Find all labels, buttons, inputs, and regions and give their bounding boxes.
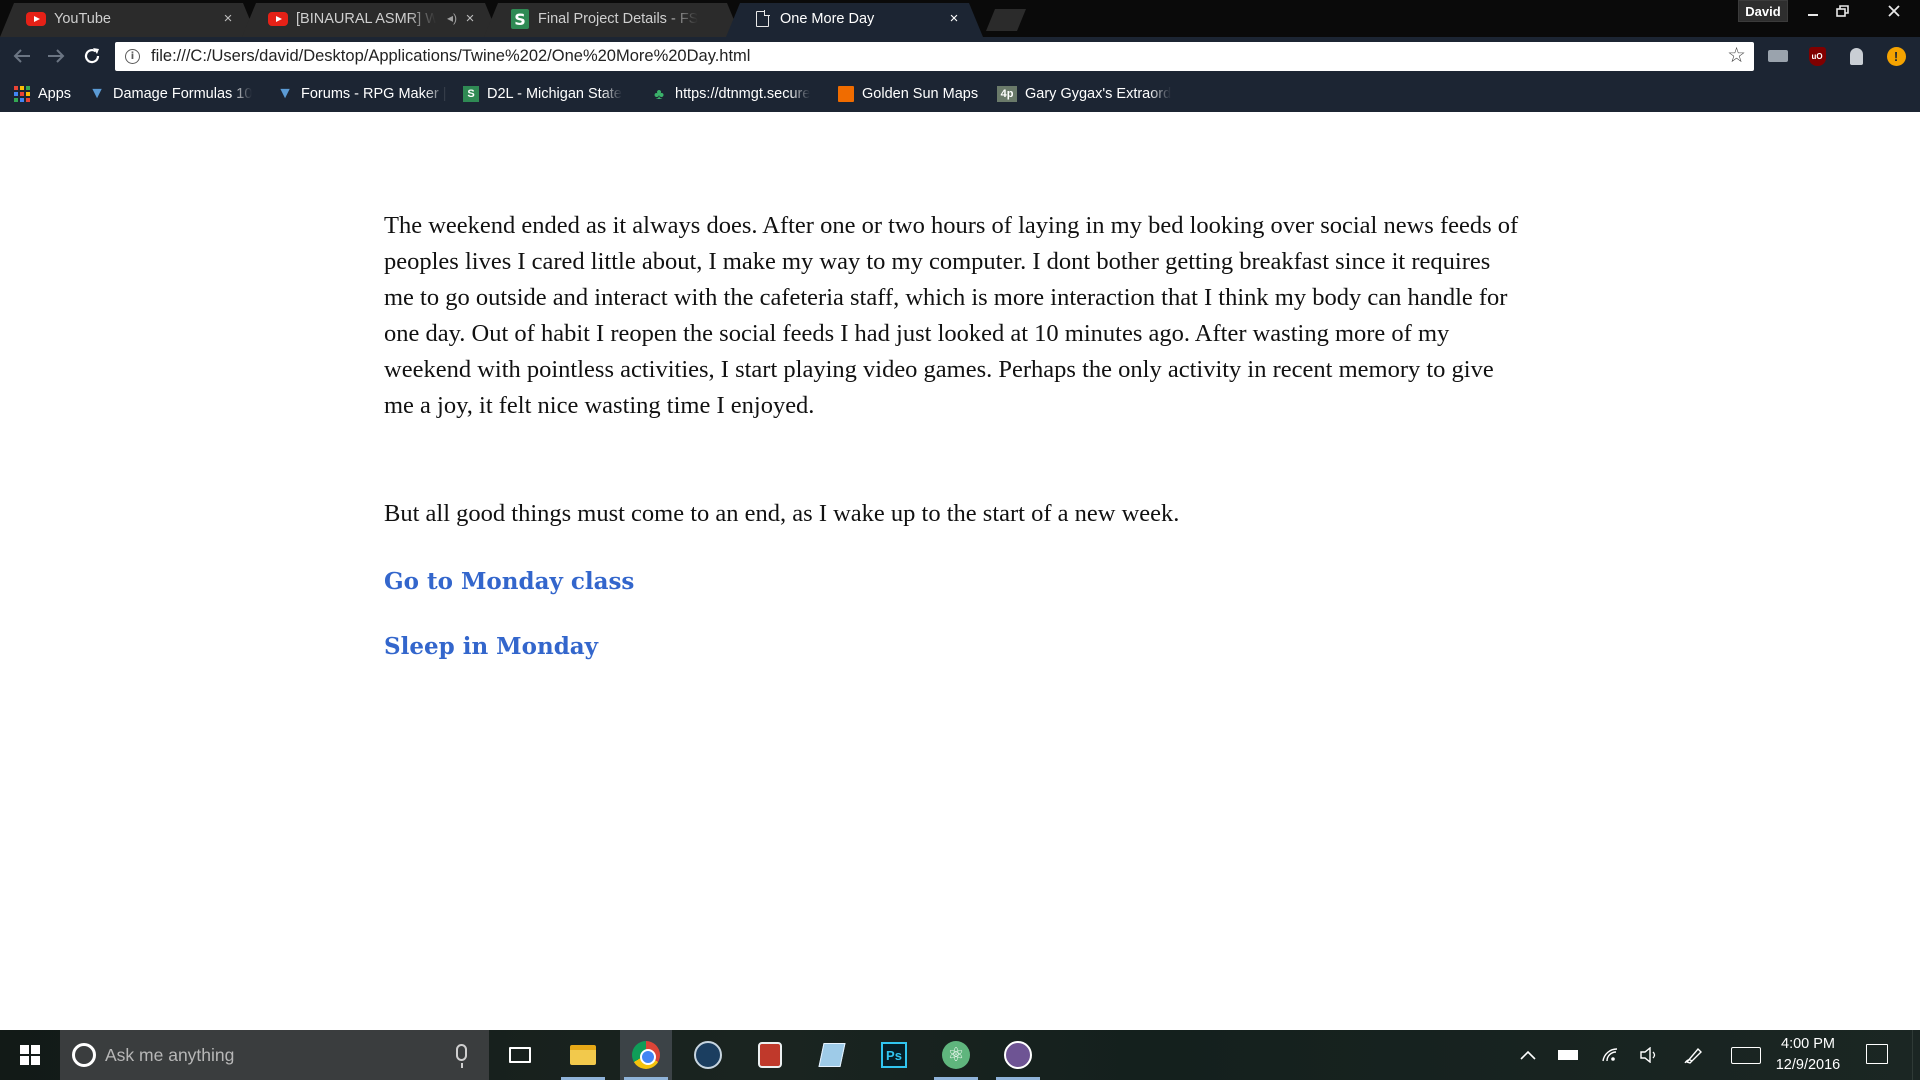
- cortana-search-box[interactable]: Ask me anything: [60, 1030, 489, 1080]
- tab-final-project-details[interactable]: S Final Project Details - FS: [484, 3, 741, 37]
- tab-title: YouTube: [54, 11, 111, 27]
- cortana-icon: [72, 1043, 96, 1067]
- task-view-button[interactable]: [494, 1030, 546, 1080]
- document-icon: [752, 10, 772, 28]
- d2l-icon: S: [463, 86, 479, 102]
- bookmarks-bar: Apps ▼ Damage Formulas 10 ▼ Forums - RPG…: [0, 75, 1920, 112]
- microphone-icon[interactable]: [456, 1044, 467, 1068]
- game-icon: [758, 1042, 782, 1068]
- pen-icon[interactable]: [1682, 1045, 1706, 1065]
- tab-youtube[interactable]: YouTube ×: [0, 3, 257, 37]
- reload-icon[interactable]: [80, 45, 104, 67]
- tree-icon: ♣: [654, 85, 664, 103]
- close-window-icon[interactable]: [1872, 0, 1916, 22]
- notepad-icon: [818, 1043, 846, 1067]
- apps-grid-icon: [14, 86, 30, 102]
- new-tab-button[interactable]: [986, 9, 1026, 31]
- chrome-button[interactable]: [620, 1030, 672, 1080]
- github-button[interactable]: [992, 1030, 1044, 1080]
- forward-arrow-icon[interactable]: [44, 45, 68, 67]
- clock-date: 12/9/2016: [1775, 1057, 1841, 1073]
- steam-icon: [694, 1041, 722, 1069]
- action-center-icon[interactable]: [1866, 1044, 1888, 1064]
- tab-title: [BINAURAL ASMR] Wi: [296, 11, 436, 27]
- task-view-icon: [509, 1047, 531, 1063]
- clock-time: 4:00 PM: [1781, 1036, 1835, 1052]
- bookmark-apps[interactable]: Apps: [14, 84, 71, 104]
- info-icon[interactable]: i: [125, 49, 140, 64]
- bookmark-forums-rpg-maker[interactable]: ▼ Forums - RPG Maker |: [277, 84, 446, 104]
- extension-icon[interactable]: [1768, 46, 1788, 66]
- bookmark-damage-formulas[interactable]: ▼ Damage Formulas 10: [89, 84, 252, 104]
- chevron-up-icon[interactable]: [1516, 1045, 1540, 1065]
- rpgmaker-icon: ▼: [277, 85, 293, 102]
- file-explorer-button[interactable]: [557, 1030, 609, 1080]
- show-desktop-button[interactable]: [1912, 1030, 1920, 1080]
- tab-title: Final Project Details - FS: [538, 11, 698, 27]
- choice-sleep-in-monday-link[interactable]: Sleep in Monday: [384, 633, 1524, 660]
- profile-button[interactable]: David: [1738, 0, 1788, 22]
- story-paragraph: The weekend ended as it always does. Aft…: [384, 212, 1519, 419]
- bookmark-gary-gygax[interactable]: 4p Gary Gygax's Extraord: [997, 84, 1171, 104]
- file-explorer-icon: [570, 1045, 596, 1065]
- choice-go-to-monday-class-link[interactable]: Go to Monday class: [384, 568, 1524, 595]
- battery-icon[interactable]: [1556, 1045, 1580, 1065]
- system-clock[interactable]: 4:00 PM 12/9/2016: [1772, 1034, 1844, 1076]
- atom-button[interactable]: ⚛: [930, 1030, 982, 1080]
- orange-box-icon: [838, 86, 854, 102]
- github-icon: [1004, 1041, 1032, 1069]
- windows-taskbar: Ask me anything Ps ⚛ 4:00 PM 12/9/2016: [0, 1030, 1920, 1080]
- bookmark-d2l[interactable]: S D2L - Michigan State: [463, 84, 622, 104]
- address-bar[interactable]: i file:///C:/Users/david/Desktop/Applica…: [115, 42, 1754, 71]
- restore-icon[interactable]: [1828, 0, 1858, 22]
- chrome-icon: [632, 1041, 660, 1069]
- windows-start-icon[interactable]: [0, 1030, 60, 1080]
- tab-binaural-asmr[interactable]: [BINAURAL ASMR] Wi ◂) ×: [242, 3, 499, 37]
- tab-close-icon[interactable]: ×: [947, 10, 961, 27]
- youtube-icon: [26, 10, 46, 28]
- tab-close-icon[interactable]: ×: [221, 10, 235, 27]
- bookmark-star-icon[interactable]: ☆: [1727, 43, 1746, 68]
- atom-icon: ⚛: [942, 1041, 970, 1069]
- warning-extension-icon[interactable]: !: [1886, 46, 1906, 66]
- bookmark-dtnmgt[interactable]: ♣ https://dtnmgt.secure: [651, 84, 810, 104]
- youtube-icon: [268, 10, 288, 28]
- wifi-icon[interactable]: [1598, 1045, 1622, 1065]
- tab-one-more-day[interactable]: One More Day ×: [726, 3, 983, 37]
- browser-toolbar: i file:///C:/Users/david/Desktop/Applica…: [0, 37, 1920, 75]
- tab-strip: YouTube × [BINAURAL ASMR] Wi ◂) × S Fina…: [0, 0, 1920, 37]
- s-icon: S: [510, 10, 530, 28]
- story-paragraph: But all good things must come to an end,…: [384, 500, 1180, 527]
- tab-title: One More Day: [780, 11, 875, 27]
- photoshop-button[interactable]: Ps: [868, 1030, 920, 1080]
- ghost-extension-icon[interactable]: [1846, 46, 1866, 66]
- minimize-icon[interactable]: [1798, 0, 1828, 22]
- url-text[interactable]: file:///C:/Users/david/Desktop/Applicati…: [151, 47, 750, 66]
- search-placeholder: Ask me anything: [105, 1045, 235, 1065]
- 4p-icon: 4p: [997, 86, 1017, 102]
- keyboard-icon[interactable]: [1729, 1045, 1763, 1065]
- audio-playing-icon[interactable]: ◂): [447, 11, 457, 25]
- back-arrow-icon[interactable]: [10, 45, 34, 67]
- game-button[interactable]: [744, 1030, 796, 1080]
- steam-button[interactable]: [682, 1030, 734, 1080]
- rpgmaker-icon: ▼: [89, 85, 105, 102]
- notepad-button[interactable]: [806, 1030, 858, 1080]
- tab-close-icon[interactable]: ×: [463, 10, 477, 27]
- bookmark-golden-sun-maps[interactable]: Golden Sun Maps: [838, 84, 978, 104]
- twine-passage: The weekend ended as it always does. Aft…: [384, 208, 1524, 660]
- ublock-origin-icon[interactable]: uO: [1807, 46, 1827, 66]
- volume-icon[interactable]: [1638, 1045, 1662, 1065]
- photoshop-icon: Ps: [881, 1042, 907, 1068]
